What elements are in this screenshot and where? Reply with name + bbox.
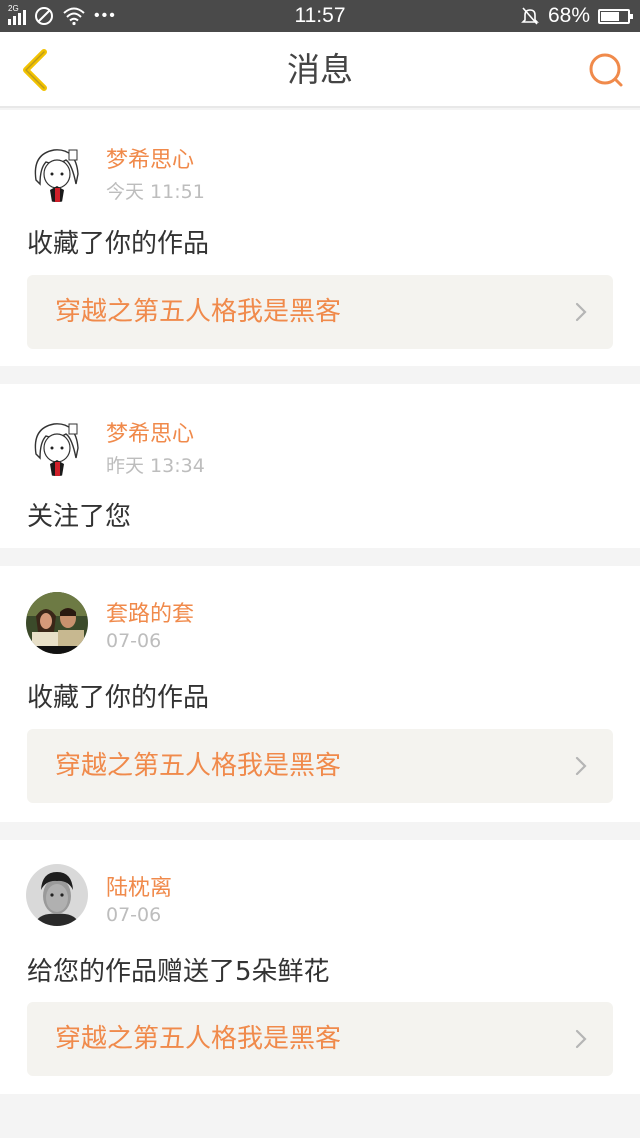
- message-item: 套路的套 07-06 收藏了你的作品 穿越之第五人格我是黑客: [0, 566, 640, 822]
- message-item: 梦希思心 今天 11:51 收藏了你的作品 穿越之第五人格我是黑客: [0, 110, 640, 366]
- user-name[interactable]: 套路的套: [106, 596, 194, 628]
- message-action: 给您的作品赠送了5朵鲜花: [27, 957, 330, 987]
- work-title: 穿越之第五人格我是黑客: [55, 751, 342, 781]
- anime-girl-avatar-icon: [26, 414, 88, 476]
- chevron-right-icon: [575, 756, 587, 776]
- work-title: 穿越之第五人格我是黑客: [55, 297, 342, 327]
- user-name[interactable]: 梦希思心: [106, 142, 194, 174]
- user-name[interactable]: 陆枕离: [106, 870, 172, 902]
- battery-icon: [598, 8, 633, 24]
- status-right: 68%: [520, 0, 633, 32]
- page-title: 消息: [287, 50, 353, 89]
- user-avatar[interactable]: [26, 864, 88, 926]
- message-action: 收藏了你的作品: [27, 229, 210, 259]
- work-link[interactable]: 穿越之第五人格我是黑客: [27, 729, 613, 803]
- user-avatar[interactable]: [26, 140, 88, 202]
- message-time: 07-06: [106, 630, 162, 652]
- message-time: 07-06: [106, 904, 162, 926]
- message-time: 今天 11:51: [106, 181, 205, 203]
- message-time: 昨天 13:34: [106, 455, 205, 477]
- user-avatar[interactable]: [26, 414, 88, 476]
- anime-girl-avatar-icon: [26, 140, 88, 202]
- work-link[interactable]: 穿越之第五人格我是黑客: [27, 1002, 613, 1076]
- status-bar: 2G ••• 11:57 68%: [0, 0, 640, 32]
- battery-percent: 68%: [547, 4, 590, 27]
- search-icon[interactable]: [586, 50, 626, 90]
- user-name[interactable]: 梦希思心: [106, 416, 194, 448]
- work-link[interactable]: 穿越之第五人格我是黑客: [27, 275, 613, 349]
- chevron-right-icon: [575, 1029, 587, 1049]
- work-title: 穿越之第五人格我是黑客: [55, 1024, 342, 1054]
- couple-photo-avatar-icon: [26, 592, 88, 654]
- app-header: 消息: [0, 32, 640, 108]
- silent-bell-icon: [521, 7, 539, 25]
- message-action: 关注了您: [27, 502, 132, 532]
- battery-level-fill: [601, 11, 619, 21]
- man-portrait-avatar-icon: [26, 864, 88, 926]
- message-item: 陆枕离 07-06 给您的作品赠送了5朵鲜花 穿越之第五人格我是黑客: [0, 840, 640, 1094]
- user-avatar[interactable]: [26, 592, 88, 654]
- message-action: 收藏了你的作品: [27, 683, 210, 713]
- message-item: 梦希思心 昨天 13:34 关注了您: [0, 384, 640, 548]
- chevron-right-icon: [575, 302, 587, 322]
